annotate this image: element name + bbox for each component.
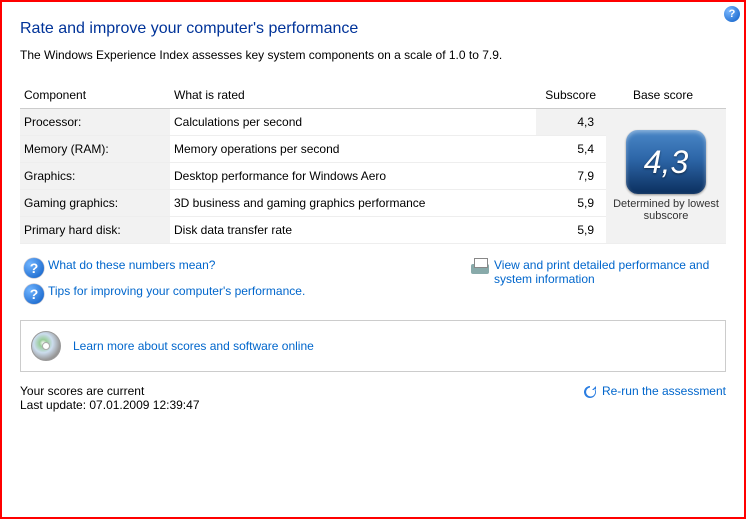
printer-icon	[466, 258, 494, 281]
page-title: Rate and improve your computer's perform…	[20, 20, 726, 38]
links-right: View and print detailed performance and …	[466, 252, 726, 310]
col-component: Component	[20, 82, 170, 109]
rated-cell: Calculations per second	[170, 109, 536, 136]
question-icon: ?	[20, 258, 48, 278]
links-left: ? What do these numbers mean? ? Tips for…	[20, 252, 466, 310]
rated-cell: Disk data transfer rate	[170, 217, 536, 244]
rerun-link[interactable]: Re-run the assessment	[602, 384, 726, 398]
learn-more-link[interactable]: Learn more about scores and software onl…	[73, 339, 314, 353]
status-block: Your scores are current Last update: 07.…	[20, 384, 200, 412]
rated-cell: 3D business and gaming graphics performa…	[170, 190, 536, 217]
base-score-cell: 4,3 Determined by lowest subscore	[606, 109, 726, 244]
subscore-cell: 5,9	[536, 190, 606, 217]
scores-table: Component What is rated Subscore Base sc…	[20, 82, 726, 244]
rerun-block: Re-run the assessment	[582, 384, 726, 400]
subscore-cell: 5,4	[536, 136, 606, 163]
links-row: ? What do these numbers mean? ? Tips for…	[20, 252, 726, 310]
component-cell: Gaming graphics:	[20, 190, 170, 217]
subscore-cell: 5,9	[536, 217, 606, 244]
table-row: Processor: Calculations per second 4,3 4…	[20, 109, 726, 136]
last-update-text: Last update: 07.01.2009 12:39:47	[20, 398, 200, 412]
base-score-badge: 4,3	[626, 130, 706, 194]
learn-more-box: Learn more about scores and software onl…	[20, 320, 726, 372]
component-cell: Processor:	[20, 109, 170, 136]
rated-cell: Memory operations per second	[170, 136, 536, 163]
cd-icon	[31, 331, 61, 361]
link-item: ? Tips for improving your computer's per…	[20, 284, 466, 304]
link-item: View and print detailed performance and …	[466, 258, 726, 286]
help-icon[interactable]: ?	[724, 6, 740, 22]
scores-current-text: Your scores are current	[20, 384, 200, 398]
link-item: ? What do these numbers mean?	[20, 258, 466, 278]
view-print-link[interactable]: View and print detailed performance and …	[494, 258, 726, 286]
subscore-cell: 7,9	[536, 163, 606, 190]
bottom-row: Your scores are current Last update: 07.…	[20, 384, 726, 412]
component-cell: Primary hard disk:	[20, 217, 170, 244]
performance-window: ? Rate and improve your computer's perfo…	[0, 0, 746, 519]
component-cell: Graphics:	[20, 163, 170, 190]
tips-link[interactable]: Tips for improving your computer's perfo…	[48, 284, 305, 298]
component-cell: Memory (RAM):	[20, 136, 170, 163]
subscore-cell: 4,3	[536, 109, 606, 136]
intro-text: The Windows Experience Index assesses ke…	[20, 48, 726, 62]
refresh-icon	[582, 384, 598, 400]
col-basescore: Base score	[606, 82, 726, 109]
col-subscore: Subscore	[536, 82, 606, 109]
rated-cell: Desktop performance for Windows Aero	[170, 163, 536, 190]
col-rated: What is rated	[170, 82, 536, 109]
base-score-caption: Determined by lowest subscore	[610, 198, 722, 222]
what-numbers-link[interactable]: What do these numbers mean?	[48, 258, 215, 272]
question-icon: ?	[20, 284, 48, 304]
